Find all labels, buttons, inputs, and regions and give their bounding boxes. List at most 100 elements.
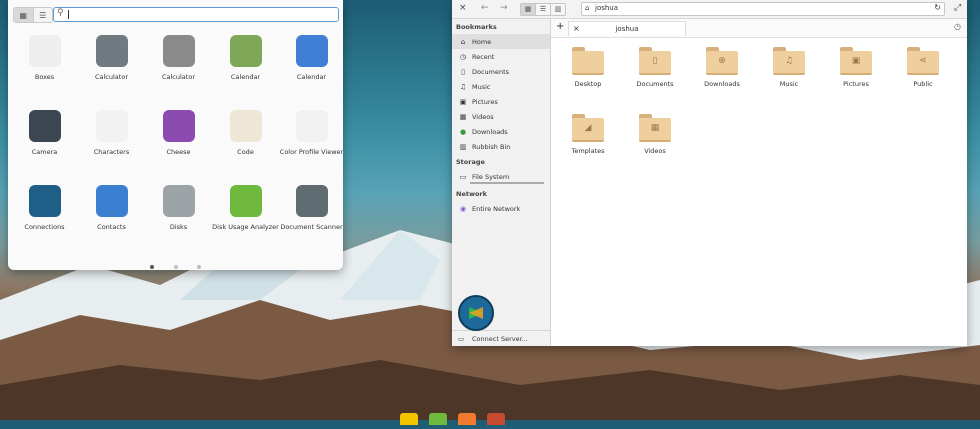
- app-document-scanner[interactable]: Document Scanner: [278, 185, 345, 231]
- app-icon: [229, 185, 262, 217]
- grid-view-icon[interactable]: ▦: [14, 8, 33, 22]
- view-mode-switcher[interactable]: ▦ ☰ ▥: [520, 3, 566, 16]
- app-code[interactable]: Code: [212, 110, 279, 156]
- folder-label: Pictures: [843, 80, 869, 88]
- folder-music[interactable]: ♫ Music: [756, 40, 822, 88]
- sidebar-item-label: Home: [472, 37, 492, 46]
- dock-item[interactable]: [487, 413, 506, 425]
- network-heading: Network: [456, 190, 487, 198]
- app-boxes[interactable]: Boxes: [11, 35, 78, 81]
- icon-view-icon[interactable]: ▦: [521, 4, 535, 15]
- folder-documents[interactable]: ▯ Documents: [622, 40, 688, 88]
- app-characters[interactable]: Characters: [78, 110, 145, 156]
- reload-icon[interactable]: ↻: [934, 3, 941, 12]
- home-icon[interactable]: ⌂: [585, 4, 589, 12]
- history-icon[interactable]: ◷: [954, 22, 961, 31]
- sidebar-item-videos[interactable]: ▦ Videos: [452, 109, 550, 124]
- folder-pictures[interactable]: ▣ Pictures: [823, 40, 889, 88]
- header-bar: × ← → ▦ ☰ ▥ ⌂ joshua ↻ ⤢: [452, 0, 967, 19]
- back-icon[interactable]: ←: [481, 3, 489, 13]
- page-dot-3[interactable]: [196, 265, 201, 269]
- folder-public[interactable]: ⋖ Public: [890, 40, 956, 88]
- app-icon: [162, 35, 195, 67]
- dock-item[interactable]: [429, 413, 448, 425]
- page-dot-1[interactable]: [150, 265, 155, 269]
- app-disk-usage-analyzer[interactable]: Disk Usage Analyzer: [212, 185, 279, 231]
- app-disks[interactable]: Disks: [145, 185, 212, 231]
- folder-icon: ▦: [639, 114, 671, 142]
- file-manager-window: × ← → ▦ ☰ ▥ ⌂ joshua ↻ ⤢ Bookmarks ⌂ Home…: [452, 0, 967, 346]
- dock: [400, 410, 540, 425]
- folder-icon: ♫: [773, 47, 805, 75]
- app-label: Calendar: [230, 73, 261, 81]
- app-cheese[interactable]: Cheese: [145, 110, 212, 156]
- breadcrumb-home[interactable]: joshua: [595, 4, 618, 12]
- app-icon-bubble[interactable]: [458, 295, 494, 331]
- sidebar-item-documents[interactable]: ▯ Documents: [452, 64, 550, 79]
- app-connections[interactable]: Connections: [11, 185, 78, 231]
- sidebar-item-label: Rubbish Bin: [472, 142, 511, 151]
- app-calculator[interactable]: Calculator: [78, 35, 145, 81]
- app-label: Cheese: [166, 148, 191, 156]
- app-icon: [295, 185, 328, 217]
- folder-glyph: ▣: [851, 56, 861, 66]
- applications-menu: ▦ ☰ ⚲ Boxes Calculator Calculator Calendar C…: [8, 0, 343, 270]
- close-icon[interactable]: ×: [459, 3, 467, 13]
- folder-videos[interactable]: ▦ Videos: [622, 107, 688, 155]
- column-view-icon[interactable]: ▥: [550, 4, 565, 15]
- folder-desktop[interactable]: Desktop: [555, 40, 621, 88]
- network-icon: ◉: [459, 204, 467, 213]
- view-switcher[interactable]: ▦ ☰: [13, 7, 53, 23]
- sidebar-item-rubbish-bin[interactable]: ▥ Rubbish Bin: [452, 139, 550, 154]
- folder-label: Desktop: [574, 80, 602, 88]
- storage-usage-bar: [470, 182, 544, 184]
- forward-icon[interactable]: →: [500, 3, 508, 13]
- folder-icon: [572, 47, 604, 75]
- tab-joshua[interactable]: × joshua: [568, 21, 686, 36]
- app-icon: [162, 110, 195, 142]
- tab-label: joshua: [615, 25, 639, 33]
- storage-heading: Storage: [456, 158, 485, 166]
- app-label: Boxes: [34, 73, 55, 81]
- connect-server-label: Connect Server...: [472, 334, 528, 343]
- app-camera[interactable]: Camera: [11, 110, 78, 156]
- sidebar-item-entire-network[interactable]: ◉ Entire Network: [452, 201, 550, 216]
- location-bar[interactable]: ⌂ joshua ↻: [581, 2, 945, 16]
- folder-downloads[interactable]: ⊕ Downloads: [689, 40, 755, 88]
- dock-item[interactable]: [400, 413, 418, 425]
- sidebar-item-downloads[interactable]: ● Downloads: [452, 124, 550, 139]
- sidebar-item-label: Recent: [472, 52, 495, 61]
- sidebar-item-home[interactable]: ⌂ Home: [452, 34, 550, 49]
- app-icon: [162, 185, 195, 217]
- page-dot-2[interactable]: [173, 265, 178, 269]
- dock-item[interactable]: [458, 413, 477, 425]
- folder-templates[interactable]: ◢ Templates: [555, 107, 621, 155]
- app-color-profile-viewer[interactable]: Color Profile Viewer: [278, 110, 345, 156]
- app-calendar[interactable]: Calendar: [278, 35, 345, 81]
- sidebar-item-music[interactable]: ♫ Music: [452, 79, 550, 94]
- launcher-toolbar: ▦ ☰ ⚲: [8, 0, 343, 28]
- expand-icon[interactable]: ⤢: [954, 3, 961, 13]
- app-icon: [28, 35, 61, 67]
- folder-label: Music: [779, 80, 799, 88]
- app-calculator[interactable]: Calculator: [145, 35, 212, 81]
- app-calendar[interactable]: Calendar: [212, 35, 279, 81]
- new-tab-button[interactable]: +: [556, 21, 564, 32]
- list-view-icon[interactable]: ☰: [535, 4, 550, 15]
- search-icon: ⚲: [57, 8, 64, 18]
- app-contacts[interactable]: Contacts: [78, 185, 145, 231]
- app-label: Connections: [24, 223, 65, 231]
- search-input[interactable]: ⚲: [53, 7, 339, 22]
- sidebar-item-label: Entire Network: [472, 204, 521, 213]
- app-label: Code: [237, 148, 254, 156]
- server-icon: ▭: [458, 334, 465, 343]
- sidebar-item-pictures[interactable]: ▣ Pictures: [452, 94, 550, 109]
- connect-server-button[interactable]: ▭ Connect Server...: [452, 330, 550, 346]
- trash-icon: ▥: [459, 142, 467, 151]
- category-view-icon[interactable]: ☰: [32, 8, 53, 22]
- app-label: Calendar: [296, 73, 327, 81]
- folder-glyph: ⊕: [718, 56, 726, 66]
- sidebar-item-recent[interactable]: ◷ Recent: [452, 49, 550, 64]
- page-indicator: [8, 254, 343, 273]
- folder-icon: ⋖: [907, 47, 939, 75]
